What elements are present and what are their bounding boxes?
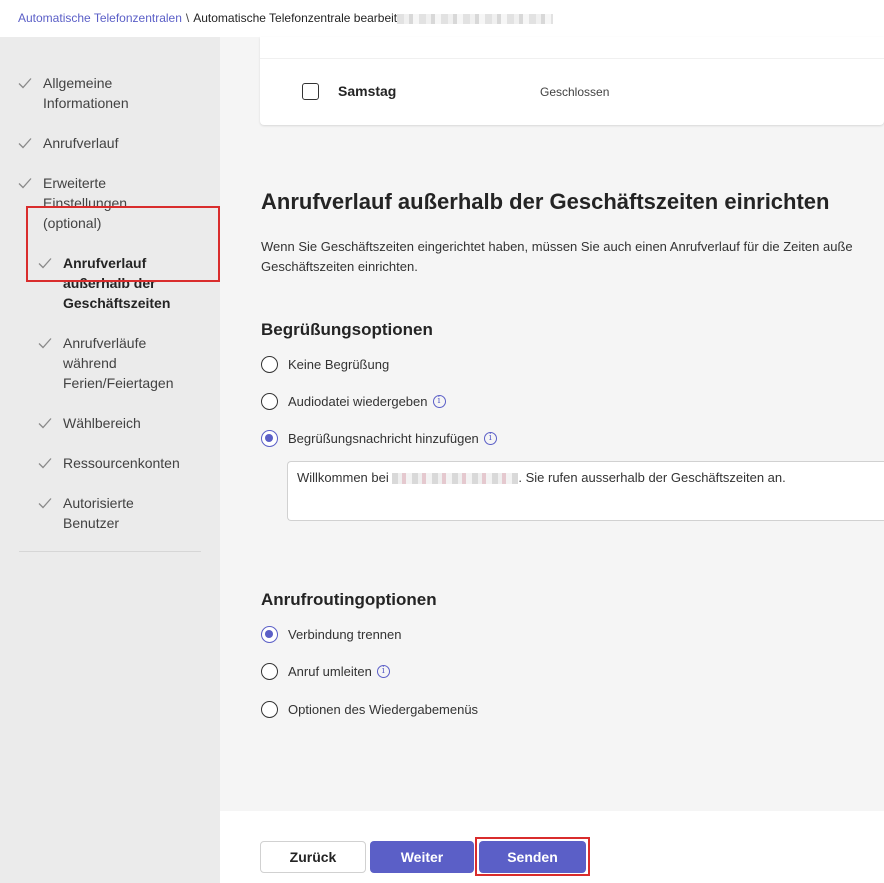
page-description: Wenn Sie Geschäftszeiten eingerichtet ha… — [261, 239, 853, 274]
greeting-options-heading: Begrüßungsoptionen — [261, 320, 433, 339]
radio-button-selected[interactable] — [261, 626, 278, 643]
breadcrumb-current: Automatische Telefonzentrale bearbeit — [193, 11, 398, 25]
sidebar-step-authorized-users[interactable]: Autorisierte Benutzer — [38, 493, 198, 533]
routing-option-disconnect[interactable]: Verbindung trennen — [261, 626, 401, 643]
radio-label: Verbindung trennen — [288, 627, 402, 642]
checkmark-icon — [38, 333, 56, 353]
routing-option-menu[interactable]: Optionen des Wiedergabemenüs — [261, 701, 478, 718]
radio-label: Begrüßungsnachricht hinzufügen — [288, 431, 479, 446]
greeting-message-suffix: . Sie rufen ausserhalb der Geschäftszeit… — [518, 470, 786, 485]
checkmark-icon — [18, 173, 36, 193]
checkmark-icon — [38, 413, 56, 433]
info-icon[interactable]: i — [432, 395, 446, 408]
greeting-option-message[interactable]: Begrüßungsnachricht hinzufügen i — [261, 430, 497, 447]
sidebar-step-label: Allgemeine Informationen — [43, 75, 129, 111]
radio-button[interactable] — [261, 701, 278, 718]
back-button[interactable]: Zurück — [260, 841, 366, 873]
radio-button[interactable] — [261, 393, 278, 410]
sidebar-step-resource-accounts[interactable]: Ressourcenkonten — [38, 453, 198, 473]
radio-label: Keine Begrüßung — [288, 357, 390, 372]
breadcrumb: Automatische Telefonzentralen \ Automatisc… — [18, 11, 554, 25]
greeting-option-audio-file[interactable]: Audiodatei wiedergeben i — [261, 393, 446, 410]
saturday-checkbox[interactable] — [302, 83, 319, 100]
breadcrumb-link-auto-attendants[interactable]: Automatische Telefonzentralen — [18, 11, 182, 25]
business-hours-card: Samstag Geschlossen — [260, 37, 884, 125]
redacted-company-name — [392, 473, 519, 485]
next-button[interactable]: Weiter — [370, 841, 474, 873]
greeting-option-none[interactable]: Keine Begrüßung — [261, 356, 389, 373]
sidebar-step-call-flow[interactable]: Anrufverlauf — [18, 133, 198, 153]
breadcrumb-separator: \ — [185, 11, 190, 25]
sidebar-step-holidays[interactable]: Anrufverläufe während Ferien/Feiertagen — [38, 333, 198, 393]
sidebar-step-label: Wählbereich — [63, 415, 141, 431]
active-step-highlight — [26, 206, 220, 282]
day-status: Geschlossen — [540, 85, 610, 99]
checkmark-icon — [18, 73, 36, 93]
radio-label: Anruf umleiten — [288, 664, 372, 679]
radio-label: Optionen des Wiedergabemenüs — [288, 702, 479, 717]
row-divider — [260, 58, 884, 59]
checkmark-icon — [38, 493, 56, 513]
radio-button-selected[interactable] — [261, 430, 278, 447]
checkmark-icon — [18, 133, 36, 153]
sidebar-step-general-info[interactable]: Allgemeine Informationen — [18, 73, 198, 113]
sidebar-step-label: Anrufverlauf — [43, 135, 119, 151]
radio-button[interactable] — [261, 663, 278, 680]
sidebar-step-label: Autorisierte Benutzer — [63, 495, 134, 531]
routing-option-redirect[interactable]: Anruf umleiten i — [261, 663, 390, 680]
info-icon[interactable]: i — [483, 432, 497, 445]
radio-button[interactable] — [261, 356, 278, 373]
greeting-message-prefix: Willkommen bei — [297, 470, 389, 485]
page-title: Anrufverlauf außerhalb der Geschäftszeit… — [261, 189, 830, 214]
sidebar-step-dial-scope[interactable]: Wählbereich — [38, 413, 198, 433]
sidebar-step-label: Anrufverläufe während Ferien/Feiertagen — [63, 335, 174, 391]
top-bar: Automatische Telefonzentralen \ Automatisc… — [0, 0, 884, 37]
sidebar-divider — [19, 551, 201, 552]
greeting-message-input[interactable]: Willkommen bei . Sie rufen ausserhalb de… — [287, 461, 884, 521]
checkmark-icon — [38, 453, 56, 473]
radio-label: Audiodatei wiedergeben — [288, 394, 428, 409]
info-icon[interactable]: i — [376, 665, 390, 678]
routing-options-heading: Anrufroutingoptionen — [261, 590, 437, 609]
sidebar-step-label: Ressourcenkonten — [63, 455, 180, 471]
send-button-highlight — [475, 837, 590, 876]
redacted-name — [397, 13, 554, 24]
day-label: Samstag — [338, 83, 397, 99]
